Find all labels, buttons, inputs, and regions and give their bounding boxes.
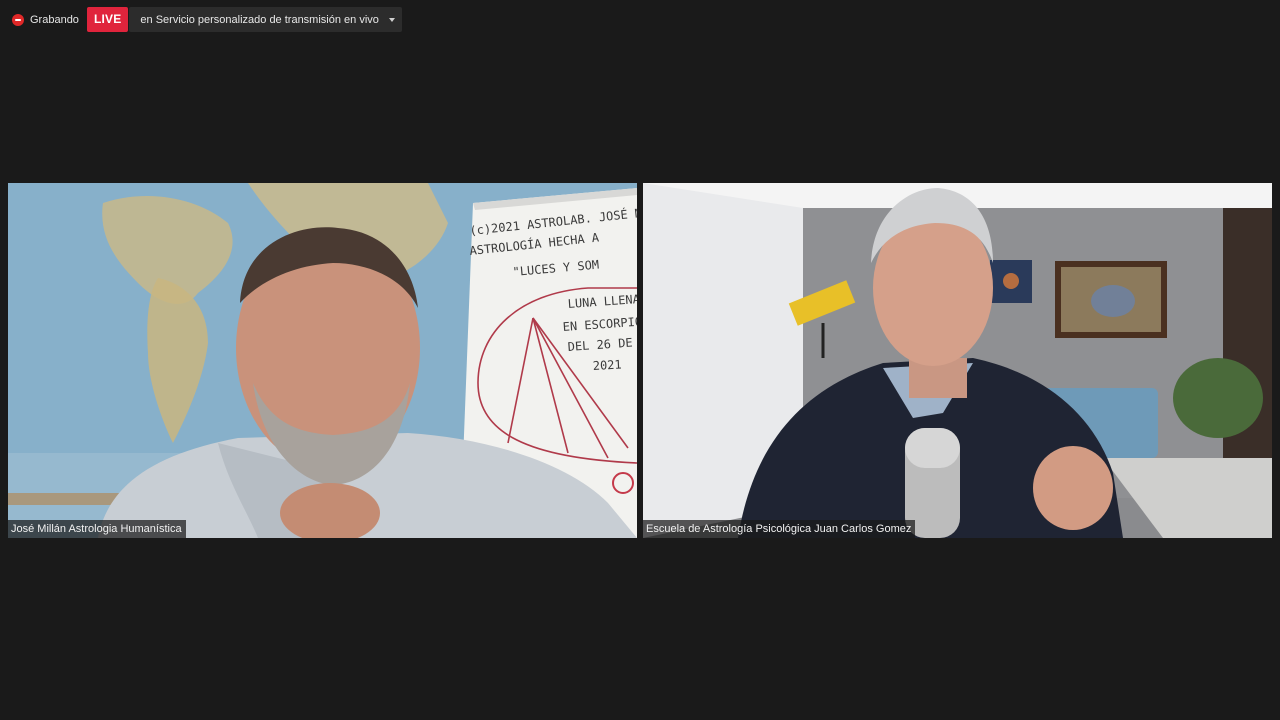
participant-2-video: [643, 183, 1272, 538]
participant-1-name: José Millán Astrologia Humanística: [8, 520, 186, 538]
recording-icon: [12, 13, 24, 26]
video-tile-participant-1[interactable]: (c)2021 ASTROLAB. JOSÉ M ASTROLOGÍA HECHA…: [8, 183, 637, 538]
video-tile-participant-2[interactable]: Escuela de Astrología Psicológica Juan C…: [643, 183, 1272, 538]
live-service-label: en Servicio personalizado de transmisión…: [140, 13, 379, 26]
live-badge: LIVE: [86, 7, 129, 32]
meeting-stage: Grabando LIVE en Servicio personalizado …: [0, 0, 1280, 720]
chevron-down-icon[interactable]: [388, 17, 395, 22]
participant-1-video: (c)2021 ASTROLAB. JOSÉ MASTROLOGÍA HECHA…: [8, 183, 637, 538]
recording-label: Grabando: [30, 13, 79, 26]
participant-2-name: Escuela de Astrología Psicológica Juan C…: [643, 520, 916, 538]
recording-live-bar: Grabando LIVE en Servicio personalizado …: [8, 7, 402, 32]
live-service-dropdown[interactable]: en Servicio personalizado de transmisión…: [129, 7, 402, 32]
whiteboard-text-line: 2021: [592, 358, 622, 373]
recording-status[interactable]: Grabando: [8, 7, 85, 32]
